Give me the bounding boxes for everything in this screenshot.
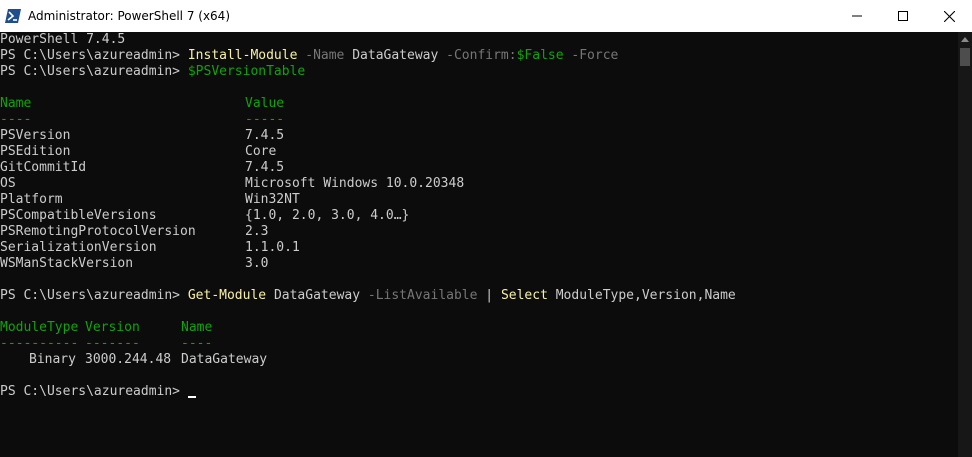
row-name: SerializationVersion bbox=[0, 240, 157, 255]
prompt: PS C:\Users\azureadmin> bbox=[0, 48, 181, 63]
get-module-arg: DataGateway bbox=[273, 288, 361, 303]
powershell-icon bbox=[5, 8, 21, 24]
name-column-dashes: ---- bbox=[181, 336, 213, 351]
version-column-header: Version bbox=[85, 320, 140, 335]
maximize-button[interactable] bbox=[880, 0, 926, 32]
install-module-command: Install-Module bbox=[187, 48, 298, 63]
row-name: PSVersion bbox=[0, 128, 71, 143]
row-name: PSCompatibleVersions bbox=[0, 208, 157, 223]
row-value: 1.1.0.1 bbox=[245, 240, 300, 255]
moduletype-column-header: ModuleType bbox=[0, 320, 79, 335]
row-value: 2.3 bbox=[245, 224, 269, 239]
row-name: GitCommitId bbox=[0, 160, 87, 175]
row-name: OS bbox=[0, 176, 16, 191]
name-param: -Name bbox=[305, 48, 345, 63]
prompt: PS C:\Users\azureadmin> bbox=[0, 64, 181, 79]
title-bar[interactable]: Administrator: PowerShell 7 (x64) bbox=[0, 0, 972, 32]
minimize-button[interactable] bbox=[834, 0, 880, 32]
module-type-cell: Binary bbox=[29, 352, 76, 367]
row-value: 3.0 bbox=[245, 256, 269, 271]
close-icon bbox=[943, 10, 955, 22]
command-line-psversiontable: PS C:\Users\azureadmin> $PSVersionTable bbox=[0, 64, 305, 80]
value-column-dashes: ----- bbox=[245, 112, 285, 127]
command-line-get-module: PS C:\Users\azureadmin> Get-Module DataG… bbox=[0, 288, 736, 304]
value-column-header: Value bbox=[245, 96, 285, 111]
module-version-cell: 3000.244.48 bbox=[85, 352, 172, 367]
module-name-cell: DataGateway bbox=[181, 352, 268, 367]
window-title: Administrator: PowerShell 7 (x64) bbox=[28, 9, 231, 23]
name-column-header: Name bbox=[0, 96, 32, 111]
scroll-thumb[interactable] bbox=[960, 48, 970, 66]
select-arg: ModuleType,Version,Name bbox=[555, 288, 736, 303]
row-value: Microsoft Windows 10.0.20348 bbox=[245, 176, 465, 191]
select-command: Select bbox=[500, 288, 548, 303]
confirm-param: -Confirm: bbox=[446, 48, 517, 63]
version-column-dashes: ------- bbox=[85, 336, 140, 351]
command-line-install: PS C:\Users\azureadmin> Install-Module -… bbox=[0, 48, 618, 64]
force-param: -Force bbox=[571, 48, 619, 63]
powershell-window: Administrator: PowerShell 7 (x64) PowerS… bbox=[0, 0, 972, 457]
row-value: Win32NT bbox=[245, 192, 300, 207]
row-value: 7.4.5 bbox=[245, 160, 285, 175]
row-value: Core bbox=[245, 144, 277, 159]
row-value: {1.0, 2.0, 3.0, 4.0…} bbox=[245, 208, 410, 223]
row-name: PSRemotingProtocolVersion bbox=[0, 224, 196, 239]
command-line-current[interactable]: PS C:\Users\azureadmin> bbox=[0, 384, 196, 400]
text-cursor bbox=[187, 396, 196, 398]
console-output[interactable]: PowerShell 7.4.5 PS C:\Users\azureadmin>… bbox=[0, 32, 958, 457]
scroll-up-button[interactable] bbox=[958, 32, 972, 46]
chevron-up-icon bbox=[961, 36, 969, 42]
row-name: WSManStackVersion bbox=[0, 256, 134, 271]
row-name: PSEdition bbox=[0, 144, 71, 159]
prompt: PS C:\Users\azureadmin> bbox=[0, 288, 181, 303]
confirm-value: $False bbox=[516, 48, 564, 63]
prompt: PS C:\Users\azureadmin> bbox=[0, 384, 181, 399]
get-module-command: Get-Module bbox=[187, 288, 267, 303]
pipe-operator: | bbox=[485, 288, 494, 303]
close-button[interactable] bbox=[926, 0, 972, 32]
row-value: 7.4.5 bbox=[245, 128, 285, 143]
name-column-header: Name bbox=[181, 320, 213, 335]
minimize-icon bbox=[852, 15, 862, 17]
name-column-dashes: ---- bbox=[0, 112, 32, 127]
row-name: Platform bbox=[0, 192, 63, 207]
listavailable-param: -ListAvailable bbox=[367, 288, 478, 303]
psversiontable-variable: $PSVersionTable bbox=[187, 64, 306, 79]
moduletype-column-dashes: ---------- bbox=[0, 336, 79, 351]
version-line: PowerShell 7.4.5 bbox=[0, 32, 126, 47]
maximize-icon bbox=[898, 11, 908, 21]
name-value: DataGateway bbox=[352, 48, 439, 63]
vertical-scrollbar[interactable] bbox=[958, 32, 972, 457]
